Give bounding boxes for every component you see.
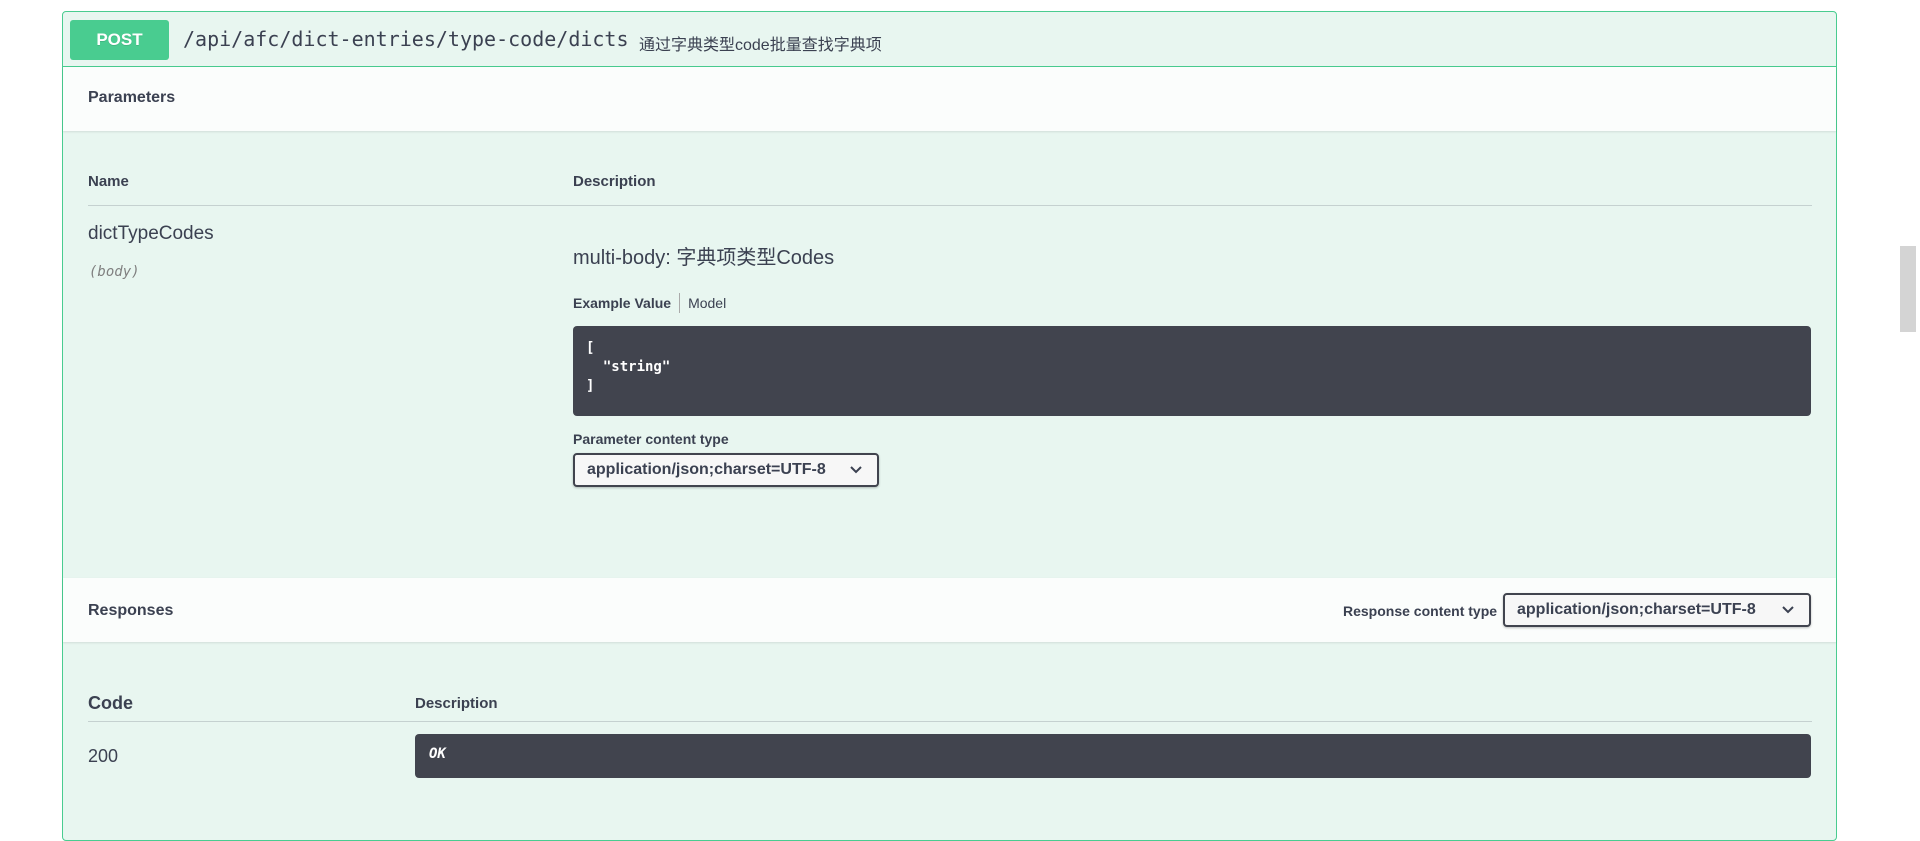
response-content-type-value: application/json;charset=UTF-8	[1517, 601, 1756, 618]
endpoint-path: /api/afc/dict-entries/type-code/dicts	[183, 27, 629, 51]
example-tabs: Example Value Model	[573, 293, 726, 313]
param-content-type-select[interactable]: application/json;charset=UTF-8	[573, 453, 879, 487]
tab-divider	[679, 293, 681, 313]
param-description: multi-body: 字典项类型Codes	[573, 247, 835, 269]
response-col-description: Description	[415, 695, 498, 712]
response-col-code: Code	[88, 693, 133, 713]
response-content-type-label: Response content type	[1343, 603, 1498, 619]
param-location: (body)	[89, 264, 140, 280]
endpoint-summary: 通过字典类型code批量查找字典项	[639, 37, 882, 54]
tab-example-value[interactable]: Example Value	[573, 295, 679, 311]
response-content-type-select[interactable]: application/json;charset=UTF-8	[1503, 593, 1811, 627]
parameters-title: Parameters	[88, 89, 176, 106]
responses-header: Responses Response content type applicat…	[63, 578, 1836, 642]
response-code: 200	[88, 746, 119, 766]
param-col-name: Name	[88, 173, 129, 190]
scrollbar-thumb[interactable]	[1900, 246, 1916, 332]
response-header-divider	[88, 721, 1812, 722]
param-name: dictTypeCodes	[88, 223, 214, 244]
chevron-down-icon	[850, 466, 862, 474]
operation-summary[interactable]: POST /api/afc/dict-entries/type-code/dic…	[63, 12, 1836, 67]
param-col-description: Description	[573, 173, 656, 190]
response-description: OK	[415, 734, 1811, 778]
method-badge: POST	[70, 20, 169, 60]
chevron-down-icon	[1782, 606, 1794, 614]
example-value-code[interactable]: [ "string" ]	[573, 326, 1811, 416]
operation-block: POST /api/afc/dict-entries/type-code/dic…	[62, 11, 1837, 841]
parameters-header: Parameters	[63, 67, 1836, 131]
param-content-type-label: Parameter content type	[573, 431, 729, 447]
responses-title: Responses	[88, 602, 174, 619]
param-content-type-value: application/json;charset=UTF-8	[587, 461, 826, 478]
tab-model[interactable]: Model	[688, 295, 726, 311]
param-header-divider	[88, 205, 1812, 206]
